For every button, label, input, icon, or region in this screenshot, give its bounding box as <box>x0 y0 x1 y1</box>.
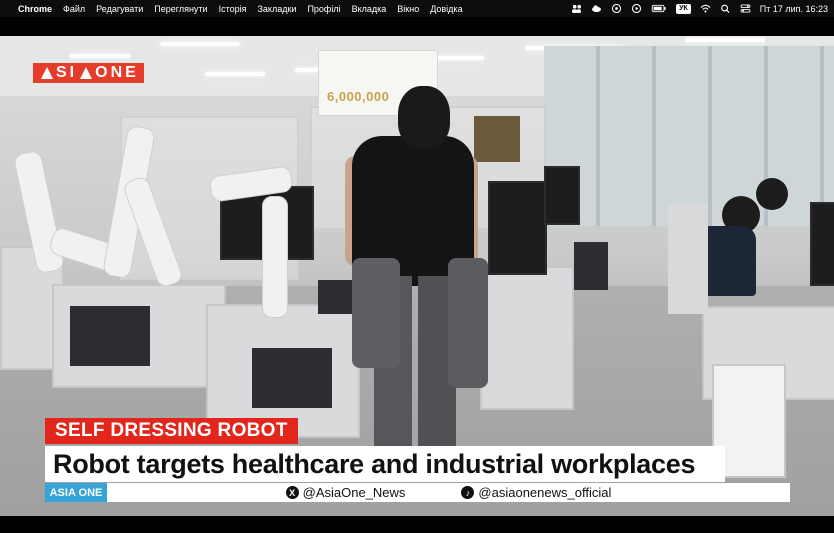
social-tiktok: ♪ @asiaonenews_official <box>461 485 611 500</box>
ceiling-light <box>205 72 265 76</box>
lower-third-tag: SELF DRESSING ROBOT <box>45 418 298 444</box>
dressing-garment <box>352 258 400 368</box>
ceiling-light <box>685 38 765 42</box>
menu-bar: Chrome Файл Редагувати Переглянути Істор… <box>0 0 834 17</box>
monitor <box>544 166 580 225</box>
logo-letter: I <box>69 64 78 81</box>
menu-app-chrome[interactable]: Chrome <box>18 4 52 14</box>
person-head <box>756 178 788 210</box>
storage-box <box>474 116 520 162</box>
monitor <box>488 181 547 275</box>
menu-view[interactable]: Переглянути <box>154 4 207 14</box>
menu-file[interactable]: Файл <box>63 4 85 14</box>
logo-letter: O <box>95 64 111 81</box>
cloud-icon[interactable] <box>591 4 602 13</box>
logo-letter: N <box>110 64 126 81</box>
speaker <box>574 242 608 290</box>
menubar-clock[interactable]: Пт 17 лип. 16:23 <box>760 4 828 14</box>
office-chair <box>668 204 708 314</box>
lower-third-source: ASIA ONE <box>45 483 107 502</box>
social-x: X @AsiaOne_News <box>285 485 406 500</box>
control-center-icon[interactable] <box>740 4 751 13</box>
lower-third-social: X @AsiaOne_News ♪ @asiaonenews_official <box>107 483 790 502</box>
status-area: УК Пт 17 лип. 16:23 <box>571 0 828 17</box>
window-blinds <box>544 46 834 226</box>
ceiling-light <box>160 42 240 46</box>
logo-letter: S <box>56 64 70 81</box>
menu-bookmarks[interactable]: Закладки <box>257 4 296 14</box>
logo-triangle-icon <box>41 67 53 79</box>
ceiling-light <box>436 56 484 60</box>
logo-triangle-icon <box>80 67 93 79</box>
social-tiktok-handle: @asiaonenews_official <box>478 485 612 500</box>
logo-letter: E <box>125 64 139 81</box>
tiktok-logo-icon: ♪ <box>461 486 475 499</box>
battery-icon[interactable] <box>651 4 667 13</box>
menu-tab[interactable]: Вкладка <box>352 4 387 14</box>
equipment-case <box>252 348 332 408</box>
robot-arm <box>262 196 288 318</box>
asiaone-logo: SIONE <box>33 63 144 83</box>
messages-icon[interactable] <box>611 4 622 13</box>
menu-window[interactable]: Вікно <box>397 4 419 14</box>
x-logo-icon: X <box>285 486 299 499</box>
search-icon[interactable] <box>720 4 731 13</box>
play-circle-icon[interactable] <box>631 4 642 13</box>
lower-third-headline: Robot targets healthcare and industrial … <box>45 446 725 482</box>
wifi-icon[interactable] <box>700 4 711 13</box>
poster-amount: 6,000,000 <box>327 89 390 104</box>
equipment-box <box>70 306 150 366</box>
menu-profiles[interactable]: Профілі <box>307 4 340 14</box>
social-x-handle: @AsiaOne_News <box>302 485 406 500</box>
people-icon[interactable] <box>571 4 582 13</box>
menu-history[interactable]: Історія <box>219 4 247 14</box>
input-source-indicator[interactable]: УК <box>676 3 691 14</box>
menu-help[interactable]: Довідка <box>430 4 462 14</box>
menu-edit[interactable]: Редагувати <box>96 4 143 14</box>
dressing-garment <box>448 258 488 388</box>
workbench <box>480 266 574 410</box>
person-head <box>398 86 450 148</box>
ceiling-light <box>70 54 130 58</box>
monitor <box>810 202 834 286</box>
video-player[interactable]: 6,000,000 SIONE <box>0 36 834 516</box>
